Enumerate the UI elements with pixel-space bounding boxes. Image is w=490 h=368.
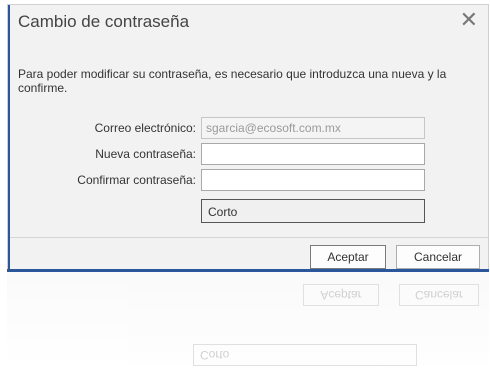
title-bar: Cambio de contraseña ✕ bbox=[8, 5, 488, 41]
confirm-password-label: Confirmar contraseña: bbox=[77, 173, 196, 187]
reflection-cancel: Cancelar bbox=[399, 284, 479, 306]
dialog-reflection: Aceptar Cancelar Corto bbox=[7, 272, 489, 368]
confirm-password-field[interactable] bbox=[201, 169, 425, 191]
reflection-accept: Aceptar bbox=[303, 284, 379, 306]
instruction-text: Para poder modificar su contraseña, es n… bbox=[18, 67, 447, 95]
cancel-button[interactable]: Cancelar bbox=[396, 245, 480, 269]
dialog-title: Cambio de contraseña bbox=[18, 12, 190, 31]
accept-button[interactable]: Aceptar bbox=[310, 245, 386, 269]
new-password-row: Nueva contraseña: bbox=[8, 143, 488, 167]
email-row: Correo electrónico: bbox=[8, 117, 488, 141]
new-password-field[interactable] bbox=[201, 143, 425, 165]
footer-divider bbox=[8, 237, 488, 238]
new-password-label: Nueva contraseña: bbox=[95, 147, 196, 161]
close-icon[interactable]: ✕ bbox=[460, 8, 478, 32]
password-strength-indicator: Corto bbox=[201, 199, 425, 223]
reflection-strength: Corto bbox=[193, 344, 417, 366]
confirm-password-row: Confirmar contraseña: bbox=[8, 169, 488, 193]
email-label: Correo electrónico: bbox=[94, 121, 196, 135]
email-field bbox=[201, 117, 425, 139]
change-password-dialog: Cambio de contraseña ✕ Para poder modifi… bbox=[7, 4, 489, 272]
